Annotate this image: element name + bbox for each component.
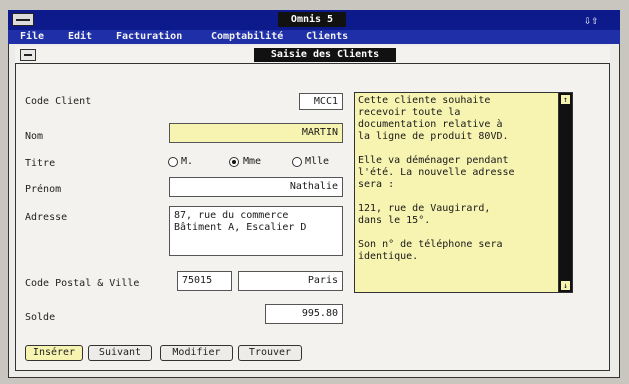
window-arrows-icon[interactable]: ⇩⇧ — [584, 11, 618, 29]
menu-comptabilite[interactable]: Comptabilité — [211, 30, 283, 44]
titre-radio-mme[interactable] — [229, 157, 239, 167]
menu-bar: File Edit Facturation Comptabilité Clien… — [8, 30, 620, 44]
notes-textarea[interactable]: Cette cliente souhaite recevoir toute la… — [354, 92, 573, 293]
titre-radio-mlle[interactable] — [292, 157, 302, 167]
child-system-menu-icon[interactable] — [20, 49, 36, 61]
solde-field[interactable]: 995.80 — [265, 304, 343, 324]
titre-label: Titre — [25, 158, 56, 169]
notes-scrollbar[interactable]: ↑ ↓ — [558, 92, 573, 293]
child-window-title: Saisie des Clients — [254, 48, 396, 62]
code-client-label: Code Client — [25, 96, 92, 107]
menu-clients[interactable]: Clients — [306, 30, 348, 44]
menu-facturation[interactable]: Facturation — [116, 30, 182, 44]
scroll-down-icon[interactable]: ↓ — [560, 280, 571, 291]
prenom-field[interactable]: Nathalie — [169, 177, 343, 197]
trouver-button[interactable]: Trouver — [238, 345, 302, 361]
titre-option-mlle-label: Mlle — [305, 156, 330, 167]
prenom-label: Prénom — [25, 184, 62, 195]
app-title: Omnis 5 — [278, 12, 346, 27]
menu-edit[interactable]: Edit — [68, 30, 92, 44]
titre-radio-m[interactable] — [168, 157, 178, 167]
solde-label: Solde — [25, 312, 56, 323]
code-client-field[interactable]: MCC1 — [299, 93, 343, 110]
scroll-up-icon[interactable]: ↑ — [560, 94, 571, 105]
adresse-field[interactable]: 87, rue du commerce Bâtiment A, Escalier… — [169, 206, 343, 256]
menu-file[interactable]: File — [20, 30, 44, 44]
ville-field[interactable]: Paris — [238, 271, 343, 291]
modifier-button[interactable]: Modifier — [160, 345, 233, 361]
nom-label: Nom — [25, 131, 44, 142]
inserer-button[interactable]: Insérer — [25, 345, 83, 361]
system-menu-icon[interactable] — [12, 13, 34, 26]
code-postal-ville-label: Code Postal & Ville — [25, 278, 140, 289]
nom-field[interactable]: MARTIN — [169, 123, 343, 143]
titre-option-m-label: M. — [181, 156, 194, 167]
adresse-label: Adresse — [25, 212, 68, 223]
suivant-button[interactable]: Suivant — [88, 345, 152, 361]
titre-option-mme-label: Mme — [243, 156, 262, 167]
code-postal-field[interactable]: 75015 — [177, 271, 232, 291]
